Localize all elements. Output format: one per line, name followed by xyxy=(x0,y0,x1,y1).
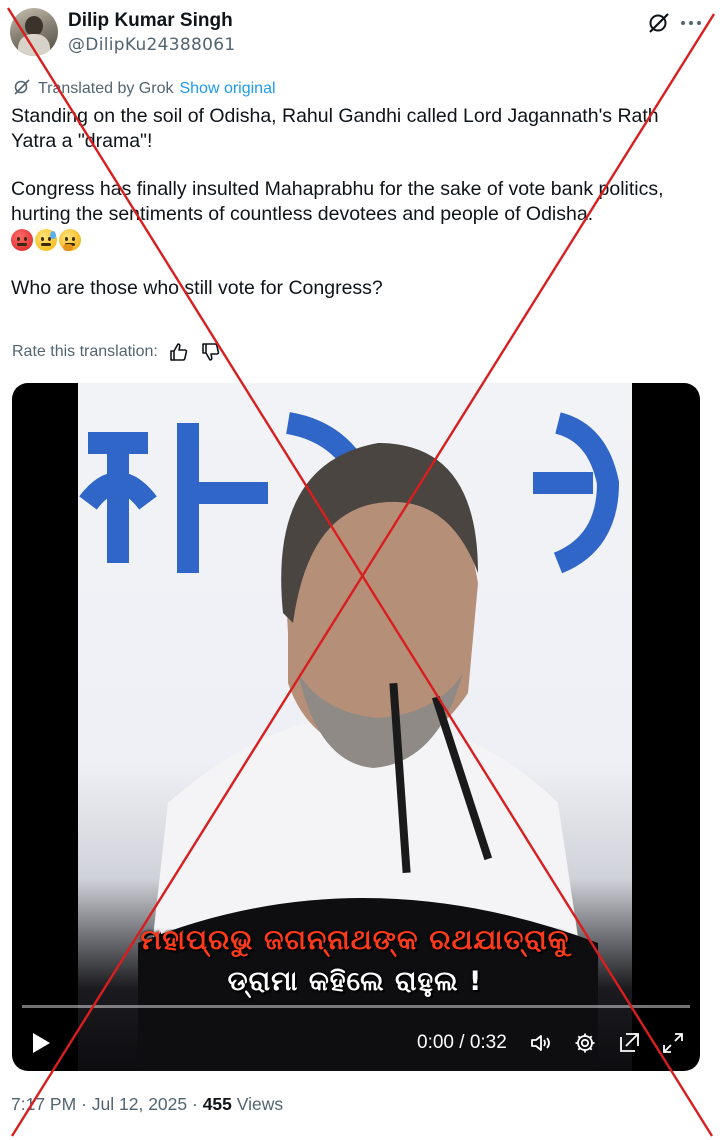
settings-gear-icon[interactable] xyxy=(573,1031,597,1055)
angry-face-icon xyxy=(11,229,33,251)
play-icon[interactable] xyxy=(30,1031,52,1055)
grok-translate-icon xyxy=(12,77,32,102)
rate-label: Rate this translation: xyxy=(12,343,158,360)
emoji-row xyxy=(11,228,701,252)
post-time[interactable]: 7:17 PM xyxy=(11,1094,76,1114)
video-player[interactable]: ମହାପ୍ରଭୁ ଜଗନ୍ନାଥଙ୍କ ରଥଯାତ୍ରାକୁ ଡ୍ରାମା କହ… xyxy=(12,383,700,1071)
author-name[interactable]: Dilip Kumar Singh xyxy=(68,10,233,32)
thumbs-down-icon[interactable] xyxy=(200,341,222,363)
video-caption-line2: ଡ୍ରାମା କହିଲେ ରାହୁଲ ! xyxy=(227,966,483,997)
tweet-paragraph: Congress has finally insulted Mahaprabhu… xyxy=(11,178,664,225)
grok-icon[interactable] xyxy=(646,10,672,36)
volume-icon[interactable] xyxy=(529,1031,553,1055)
video-frame[interactable]: ମହାପ୍ରଭୁ ଜଗନ୍ନାଥଙ୍କ ରଥଯାତ୍ରାକୁ ଡ୍ରାମା କହ… xyxy=(78,383,632,1071)
tweet-header: Dilip Kumar Singh @DilipKu24388061 xyxy=(10,6,710,62)
tweet-text: Standing on the soil of Odisha, Rahul Ga… xyxy=(11,104,701,301)
tweet-meta: 7:17 PM · Jul 12, 2025 · 455 Views xyxy=(11,1094,284,1114)
thumbs-up-icon[interactable] xyxy=(168,341,190,363)
video-time: 0:00 / 0:32 xyxy=(417,1032,507,1053)
rate-translation: Rate this translation: xyxy=(12,341,222,363)
anxious-face-with-sweat-icon xyxy=(35,229,57,251)
author-handle[interactable]: @DilipKu24388061 xyxy=(68,35,235,55)
tweet-paragraph: Standing on the soil of Odisha, Rahul Ga… xyxy=(11,105,659,152)
pop-out-icon[interactable] xyxy=(617,1031,641,1055)
translation-info: Translated by Grok Show original xyxy=(12,78,276,100)
show-original-link[interactable]: Show original xyxy=(179,80,275,98)
translated-by-label: Translated by Grok xyxy=(38,80,174,97)
views-label: Views xyxy=(236,1094,284,1114)
video-caption-line1: ମହାପ୍ରଭୁ ଜଗନ୍ନାଥଙ୍କ ରଥଯାତ୍ରାକୁ xyxy=(140,923,570,956)
views-count: 455 xyxy=(202,1094,232,1114)
avatar[interactable] xyxy=(10,8,58,56)
video-progress-bar[interactable] xyxy=(22,1005,690,1008)
thinking-face-icon xyxy=(59,229,81,251)
tweet-paragraph: Who are those who still vote for Congres… xyxy=(11,277,383,299)
post-date[interactable]: Jul 12, 2025 xyxy=(92,1094,187,1114)
fullscreen-icon[interactable] xyxy=(661,1031,685,1055)
more-options-icon[interactable] xyxy=(678,10,704,36)
